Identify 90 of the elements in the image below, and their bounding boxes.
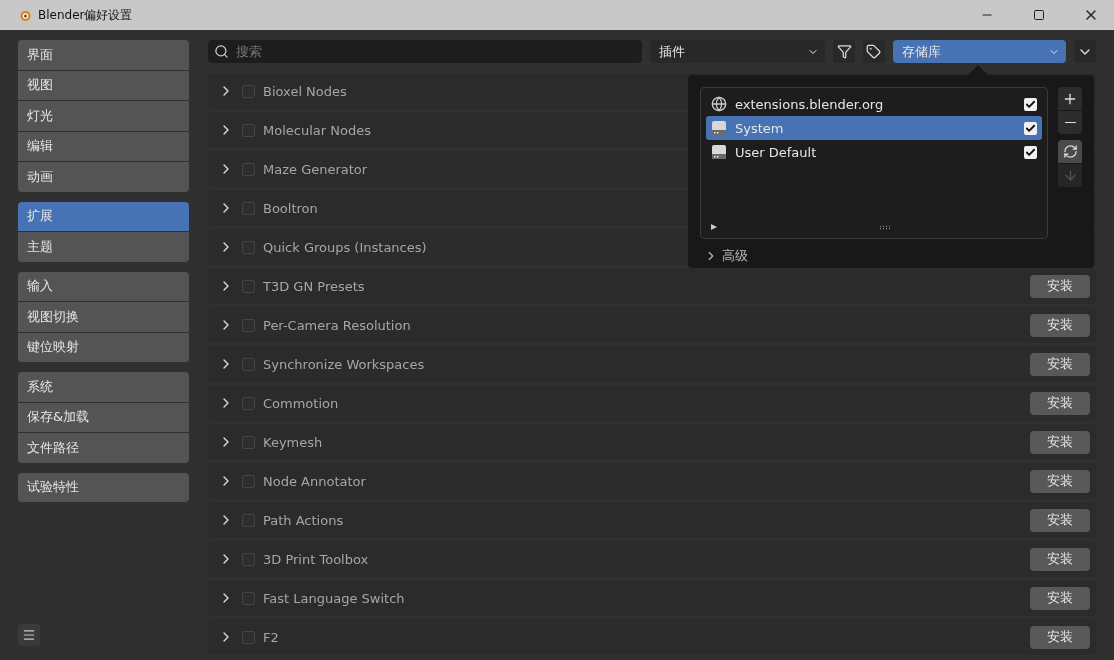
tag-icon [866, 44, 882, 59]
install-button[interactable]: 安装 [1030, 352, 1090, 376]
arrow-down-icon [1062, 168, 1078, 183]
checkbox[interactable] [1024, 145, 1037, 159]
extension-name: Node Annotator [263, 473, 366, 489]
install-button[interactable]: 安装 [1030, 430, 1090, 454]
extension-name: Booltron [263, 200, 318, 216]
sidebar-item[interactable]: 主题 [18, 232, 189, 262]
checkbox[interactable] [242, 318, 255, 332]
menu-icon [22, 628, 36, 642]
refresh-button[interactable] [1058, 140, 1082, 163]
install-button[interactable]: 安装 [1030, 508, 1090, 532]
checkbox[interactable] [1024, 97, 1037, 111]
search-icon [214, 44, 229, 59]
sidebar-item[interactable]: 文件路径 [18, 433, 189, 463]
checkbox[interactable] [242, 552, 255, 566]
tag-button[interactable] [862, 40, 885, 63]
sidebar-item[interactable]: 输入 [18, 271, 189, 301]
extension-name: Per-Camera Resolution [263, 317, 411, 333]
extension-name: 3D Print Toolbox [263, 551, 369, 567]
search-field[interactable]: 搜索 [208, 40, 642, 63]
install-button[interactable]: 安装 [1030, 586, 1090, 610]
repository-name: User Default [735, 144, 818, 160]
globe-icon [711, 96, 727, 112]
repository-item[interactable]: extensions.blender.org [706, 92, 1042, 116]
extension-name: Fast Language Switch [263, 590, 405, 606]
checkbox[interactable] [242, 240, 255, 254]
repository-item[interactable]: System [706, 116, 1042, 140]
checkbox[interactable] [242, 279, 255, 293]
sidebar-item[interactable]: 视图切换 [18, 302, 189, 332]
sidebar-item[interactable]: 视图 [18, 70, 189, 100]
maximize-icon [1033, 9, 1045, 21]
install-button[interactable]: 安装 [1030, 547, 1090, 571]
checkbox[interactable] [242, 474, 255, 488]
extension-name: Path Actions [263, 512, 344, 528]
sidebar-item[interactable]: 动画 [18, 162, 189, 192]
drive-icon [711, 144, 727, 160]
install-button[interactable]: 安装 [1030, 469, 1090, 493]
install-button[interactable]: 安装 [1030, 391, 1090, 415]
filter-icon [836, 44, 852, 59]
sidebar-item[interactable]: 编辑 [18, 131, 189, 161]
sidebar-item[interactable]: 系统 [18, 372, 189, 402]
sidebar-item[interactable]: 界面 [18, 40, 189, 70]
app-logo-icon [18, 8, 32, 22]
repository-name: System [735, 120, 785, 136]
menu-button[interactable] [18, 624, 40, 646]
extension-name: Molecular Nodes [263, 122, 371, 138]
minus-icon [1064, 121, 1076, 124]
checkbox[interactable] [242, 435, 255, 449]
checkbox[interactable] [242, 357, 255, 371]
extension-name: Synchronize Workspaces [263, 356, 425, 372]
sidebar-item[interactable]: 键位映射 [18, 332, 189, 362]
check-icon [1025, 146, 1036, 158]
repository-dropdown[interactable]: 存储库 [892, 40, 1067, 63]
checkbox[interactable] [242, 201, 255, 215]
repository-name: extensions.blender.org [735, 96, 885, 112]
check-icon [1025, 122, 1036, 134]
sidebar-item[interactable]: 保存&加载 [18, 402, 189, 432]
checkbox[interactable] [242, 84, 255, 98]
advanced-toggle[interactable]: 高级 [700, 247, 1082, 265]
extension-name: F2 [263, 629, 279, 645]
type-dropdown[interactable]: 插件 [649, 40, 826, 63]
checkbox[interactable] [242, 396, 255, 410]
expand-triangle-icon[interactable] [711, 224, 717, 230]
install-button[interactable]: 安装 [1030, 625, 1090, 649]
expand-dropdown-button[interactable] [1074, 40, 1096, 63]
checkbox[interactable] [1024, 121, 1037, 135]
drive-icon [711, 120, 727, 136]
sidebar-item[interactable]: 试验特性 [18, 472, 189, 502]
repository-item[interactable]: User Default [706, 140, 1042, 164]
refresh-icon [1062, 144, 1078, 159]
extension-name: Commotion [263, 395, 339, 411]
checkbox[interactable] [242, 123, 255, 137]
checkbox[interactable] [242, 513, 255, 527]
sidebar-item[interactable]: 灯光 [18, 101, 189, 131]
checkbox[interactable] [242, 162, 255, 176]
check-icon [1025, 98, 1036, 110]
add-button[interactable] [1058, 87, 1082, 110]
install-button[interactable]: 安装 [1030, 274, 1090, 298]
filter-button[interactable] [833, 40, 855, 63]
extension-name: Keymesh [263, 434, 323, 450]
extension-name: Maze Generator [263, 161, 368, 177]
sidebar-item[interactable]: 扩展 [18, 201, 189, 231]
window-title: Blender偏好设置 [38, 6, 134, 24]
install-button[interactable]: 安装 [1030, 313, 1090, 337]
extension-name: Quick Groups (Instances) [263, 239, 427, 255]
extension-name: T3D GN Presets [263, 278, 365, 294]
checkbox[interactable] [242, 591, 255, 605]
checkbox[interactable] [242, 630, 255, 644]
extension-name: Bioxel Nodes [263, 83, 347, 99]
